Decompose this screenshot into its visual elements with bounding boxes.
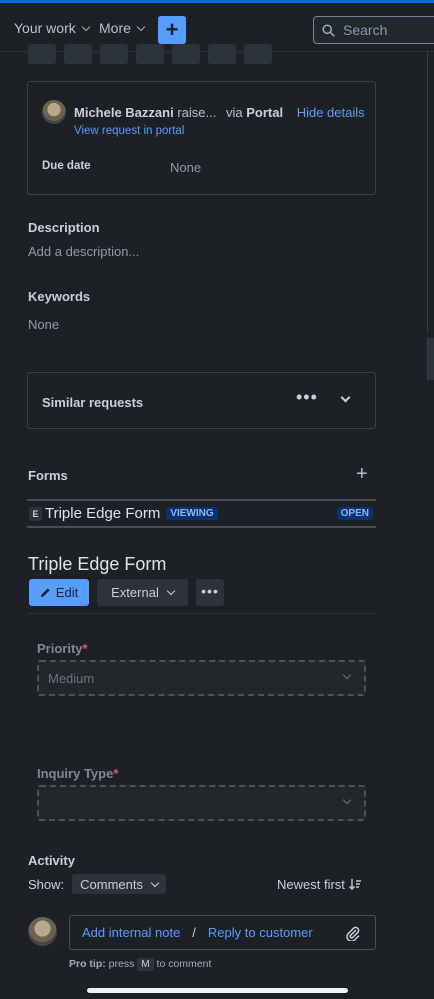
visibility-label: External xyxy=(111,585,159,600)
form-list-item[interactable]: E Triple Edge Form VIEWING OPEN xyxy=(27,499,376,528)
chevron-down-icon xyxy=(342,795,352,805)
current-user-avatar xyxy=(28,917,57,946)
keywords-value[interactable]: None xyxy=(28,317,59,332)
issue-toolbar xyxy=(28,44,272,64)
home-indicator xyxy=(87,988,348,993)
form-type-icon: E xyxy=(29,506,42,521)
activity-title: Activity xyxy=(28,853,75,868)
form-more-button[interactable]: ••• xyxy=(196,579,224,606)
via-label: via xyxy=(225,104,243,120)
create-button[interactable]: + xyxy=(158,16,186,44)
view-request-link[interactable]: View request in portal xyxy=(74,125,184,137)
sort-order-label: Newest first xyxy=(277,877,345,892)
activity-filter-value: Comments xyxy=(80,876,143,892)
similar-requests-panel[interactable]: Similar requests ••• xyxy=(27,372,376,429)
activity-filter-row: Show: Comments xyxy=(28,874,166,894)
scrollbar-thumb[interactable] xyxy=(427,338,434,380)
hide-details-link[interactable]: Hide details xyxy=(297,105,365,120)
chevron-down-icon xyxy=(150,878,160,887)
your-work-label: Your work xyxy=(14,20,76,36)
copy-icon[interactable] xyxy=(28,44,56,64)
reply-to-customer-link[interactable]: Reply to customer xyxy=(208,925,313,940)
required-mark: * xyxy=(113,766,119,781)
requester-line: Michele Bazzani raise... via Portal Hide… xyxy=(42,100,365,124)
teams-icon[interactable] xyxy=(136,44,164,64)
priority-select[interactable]: Medium xyxy=(37,660,366,696)
protip-rest: to comment xyxy=(156,958,212,970)
more-options-icon[interactable]: ••• xyxy=(296,387,318,408)
request-details-card: Michele Bazzani raise... via Portal Hide… xyxy=(27,81,376,195)
separator: / xyxy=(192,925,196,940)
priority-value: Medium xyxy=(48,670,95,686)
comment-box[interactable]: Add internal note / Reply to customer xyxy=(69,915,376,950)
outlook-icon[interactable] xyxy=(172,44,200,64)
priority-label: Priority* xyxy=(37,641,88,656)
chevron-down-icon xyxy=(342,670,352,680)
your-work-menu[interactable]: Your work xyxy=(14,20,90,36)
chevron-down-icon xyxy=(81,22,90,31)
channel-label: Portal xyxy=(246,104,284,120)
inquiry-type-select[interactable] xyxy=(37,785,366,821)
attachment-icon[interactable] xyxy=(100,44,128,64)
due-date-value[interactable]: None xyxy=(170,160,201,175)
activity-filter-dropdown[interactable]: Comments xyxy=(72,874,166,894)
paperclip-icon[interactable] xyxy=(345,925,361,941)
more-label: More xyxy=(99,20,131,36)
link-icon[interactable] xyxy=(64,44,92,64)
requester-action: raise... xyxy=(177,104,217,120)
keyboard-shortcut: M xyxy=(137,958,154,971)
avatar xyxy=(42,100,66,124)
chevron-down-icon[interactable] xyxy=(340,392,351,403)
edit-button[interactable]: Edit xyxy=(29,579,89,606)
pro-tip: Pro tip: press M to comment xyxy=(69,958,212,971)
more-actions-icon[interactable] xyxy=(244,44,272,64)
viewing-badge: VIEWING xyxy=(166,507,218,520)
app-icon[interactable] xyxy=(208,44,236,64)
add-form-button[interactable]: + xyxy=(356,463,368,486)
description-field[interactable]: Add a description... xyxy=(28,244,139,259)
required-mark: * xyxy=(82,641,88,656)
keywords-title: Keywords xyxy=(28,289,91,304)
protip-press: press xyxy=(108,958,135,970)
form-name: Triple Edge Form xyxy=(45,505,161,522)
edit-label: Edit xyxy=(55,585,79,600)
chevron-down-icon xyxy=(166,586,176,596)
sort-order-button[interactable]: Newest first xyxy=(277,877,361,892)
description-title: Description xyxy=(28,220,100,235)
search-icon xyxy=(322,23,335,37)
add-internal-note-link[interactable]: Add internal note xyxy=(82,925,180,940)
form-title: Triple Edge Form xyxy=(28,554,167,574)
search-placeholder: Search xyxy=(343,22,388,38)
pencil-icon xyxy=(40,588,50,598)
inquiry-type-label: Inquiry Type* xyxy=(37,766,119,781)
similar-requests-title: Similar requests xyxy=(42,395,144,410)
search-input[interactable]: Search xyxy=(313,16,434,44)
divider xyxy=(28,613,376,614)
visibility-dropdown[interactable]: External xyxy=(97,579,188,606)
forms-title: Forms xyxy=(28,468,68,483)
status-badge: OPEN xyxy=(336,507,373,520)
show-label: Show: xyxy=(28,876,65,892)
due-date-label: Due date xyxy=(42,160,91,172)
sort-icon xyxy=(348,879,361,890)
chevron-down-icon xyxy=(136,22,146,31)
more-menu[interactable]: More xyxy=(99,20,146,36)
requester-name[interactable]: Michele Bazzani xyxy=(74,105,174,120)
scrollbar[interactable] xyxy=(427,52,434,332)
protip-label: Pro tip: xyxy=(69,958,106,970)
